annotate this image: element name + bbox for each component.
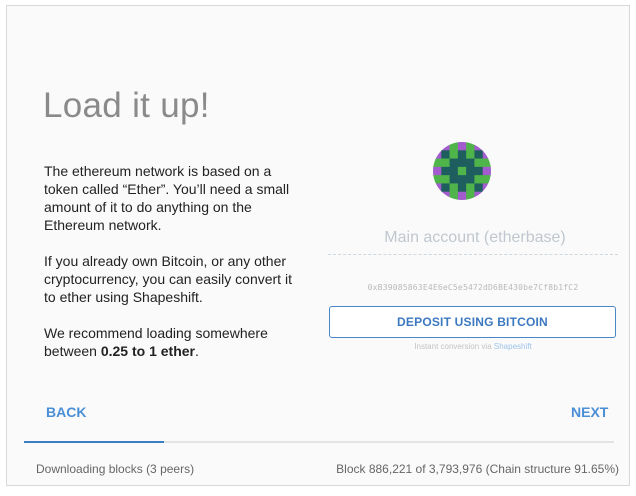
block-status: Block 886,221 of 3,793,976 (Chain struct…: [336, 462, 619, 476]
intro-paragraph-2: If you already own Bitcoin, or any other…: [44, 253, 292, 305]
account-identicon: [433, 142, 491, 200]
intro-p3-suffix: .: [194, 343, 199, 359]
ether-amount-range: 0.25 to 1 ether: [100, 343, 195, 359]
deposit-bitcoin-button[interactable]: DEPOSIT USING BITCOIN: [329, 306, 616, 338]
intro-paragraph-3: We recommend loading somewhere between 0…: [44, 324, 294, 360]
peer-status: Downloading blocks (3 peers): [36, 462, 195, 476]
back-button[interactable]: BACK: [46, 404, 86, 420]
sync-progress-bar: [24, 441, 614, 443]
instant-conversion-note: Instant conversion via Shapeshift: [328, 342, 618, 351]
shapeshift-link[interactable]: Shapeshift: [494, 342, 532, 351]
next-button[interactable]: NEXT: [571, 404, 608, 420]
sync-progress-fill: [24, 441, 165, 443]
account-name-field[interactable]: [328, 228, 622, 255]
onboarding-window: Load it up! The ethereum network is base…: [6, 5, 630, 486]
account-name-input[interactable]: [328, 228, 622, 248]
status-bar: Downloading blocks (3 peers) Block 886,2…: [7, 447, 629, 485]
intro-text: The ethereum network is based on a token…: [44, 162, 294, 378]
intro-paragraph-1: The ethereum network is based on a token…: [44, 163, 290, 233]
identicon-icon: [433, 142, 491, 200]
account-address: 0xB39085863E4E6eC5e5472dD6BE430be7Cf8b1f…: [367, 283, 579, 292]
page-title: Load it up!: [43, 86, 210, 125]
instant-conversion-text: Instant conversion via: [414, 342, 494, 351]
